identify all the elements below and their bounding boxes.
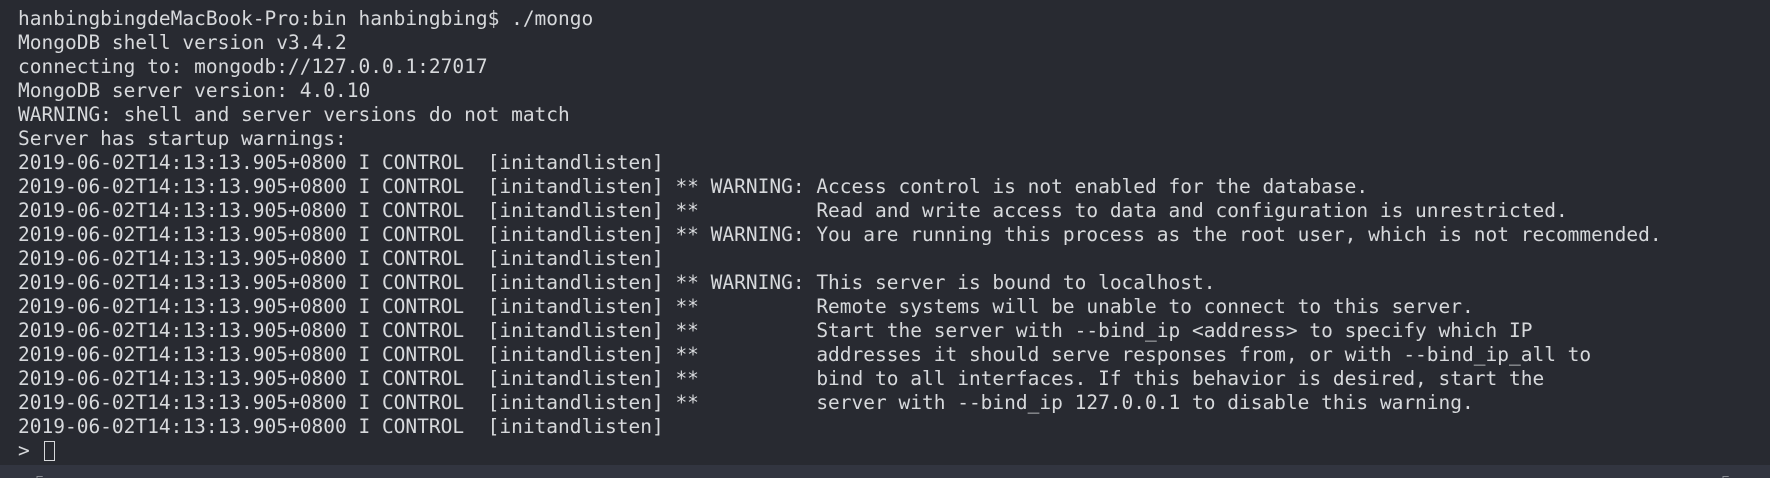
- terminal-line: WARNING: shell and server versions do no…: [18, 103, 570, 126]
- shell-prompt: >: [18, 439, 30, 462]
- terminal-line: 2019-06-02T14:13:13.905+0800 I CONTROL […: [18, 295, 1474, 318]
- terminal-line: 2019-06-02T14:13:13.905+0800 I CONTROL […: [18, 391, 1474, 414]
- terminal-line: 2019-06-02T14:13:13.905+0800 I CONTROL […: [18, 151, 664, 174]
- terminal-line: hanbingbingdeMacBook-Pro:bin hanbingbing…: [18, 7, 594, 30]
- terminal-window[interactable]: hanbingbingdeMacBook-Pro:bin hanbingbing…: [0, 0, 1770, 478]
- terminal-line: 2019-06-02T14:13:13.905+0800 I CONTROL […: [18, 415, 664, 438]
- terminal-line: 2019-06-02T14:13:13.905+0800 I CONTROL […: [18, 271, 1216, 294]
- terminal-line: MongoDB server version: 4.0.10: [18, 79, 371, 102]
- terminal-line: 2019-06-02T14:13:13.905+0800 I CONTROL […: [18, 343, 1592, 366]
- terminal-line: 2019-06-02T14:13:13.905+0800 I CONTROL […: [18, 199, 1568, 222]
- terminal-line: 2019-06-02T14:13:13.905+0800 I CONTROL […: [18, 223, 1662, 246]
- status-bar-icon: ⌐: [1722, 470, 1730, 478]
- terminal-line: Server has startup warnings:: [18, 127, 347, 150]
- terminal-line: 2019-06-02T14:13:13.905+0800 I CONTROL […: [18, 367, 1545, 390]
- terminal-line: 2019-06-02T14:13:13.905+0800 I CONTROL […: [18, 319, 1533, 342]
- text-cursor[interactable]: [43, 441, 55, 461]
- terminal-line: MongoDB shell version v3.4.2: [18, 31, 347, 54]
- status-bar-icon: ⌐: [36, 470, 44, 478]
- terminal-line: 2019-06-02T14:13:13.905+0800 I CONTROL […: [18, 175, 1369, 198]
- shell-prompt-line[interactable]: >: [18, 439, 1770, 463]
- terminal-status-bar: ⌐ ⌐: [0, 465, 1770, 478]
- terminal-line: connecting to: mongodb://127.0.0.1:27017: [18, 55, 488, 78]
- terminal-line: 2019-06-02T14:13:13.905+0800 I CONTROL […: [18, 247, 664, 270]
